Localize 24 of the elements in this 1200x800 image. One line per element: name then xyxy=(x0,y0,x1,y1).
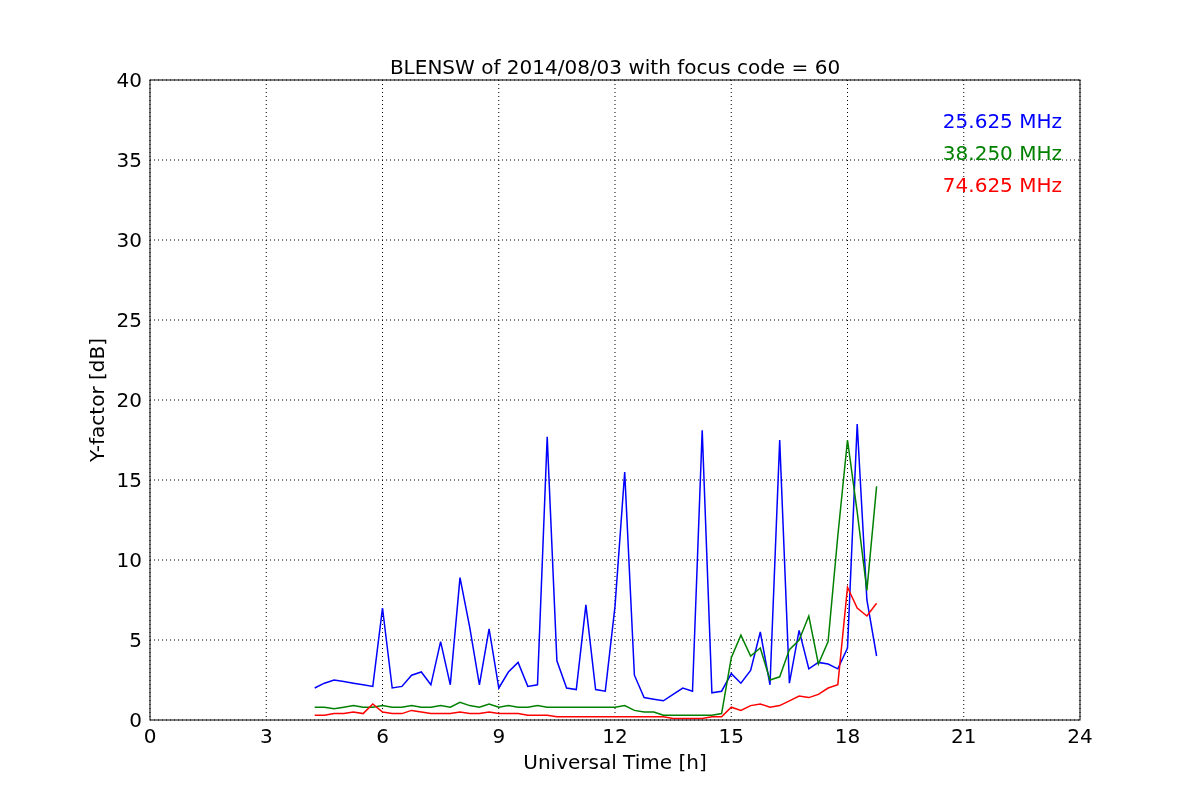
x-tick-label: 15 xyxy=(718,724,744,748)
x-tick-label: 0 xyxy=(143,724,157,748)
x-tick-label: 18 xyxy=(834,724,861,748)
y-tick-label: 40 xyxy=(116,68,142,92)
y-axis-label: Y-factor [dB] xyxy=(85,338,109,462)
y-tick-label: 0 xyxy=(129,708,142,732)
y-tick-label: 20 xyxy=(116,388,142,412)
x-tick-label: 12 xyxy=(602,724,628,748)
x-tick-label: 21 xyxy=(951,724,977,748)
y-tick-label: 30 xyxy=(116,228,142,252)
x-tick-label: 6 xyxy=(376,724,389,748)
legend-label: 38.250 MHz xyxy=(942,141,1062,165)
legend-label: 25.625 MHz xyxy=(942,109,1062,133)
y-tick-label: 5 xyxy=(129,628,142,652)
y-tick-label: 25 xyxy=(116,308,142,332)
y-tick-label: 35 xyxy=(116,148,142,172)
x-tick-label: 3 xyxy=(259,724,273,748)
chart-title: BLENSW of 2014/08/03 with focus code = 60 xyxy=(389,55,841,79)
y-tick-label: 10 xyxy=(116,548,142,572)
x-axis-label: Universal Time [h] xyxy=(523,750,707,774)
x-tick-label: 9 xyxy=(492,724,506,748)
x-tick-label: 24 xyxy=(1067,724,1093,748)
y-tick-label: 15 xyxy=(116,468,142,492)
legend-label: 74.625 MHz xyxy=(942,173,1062,197)
